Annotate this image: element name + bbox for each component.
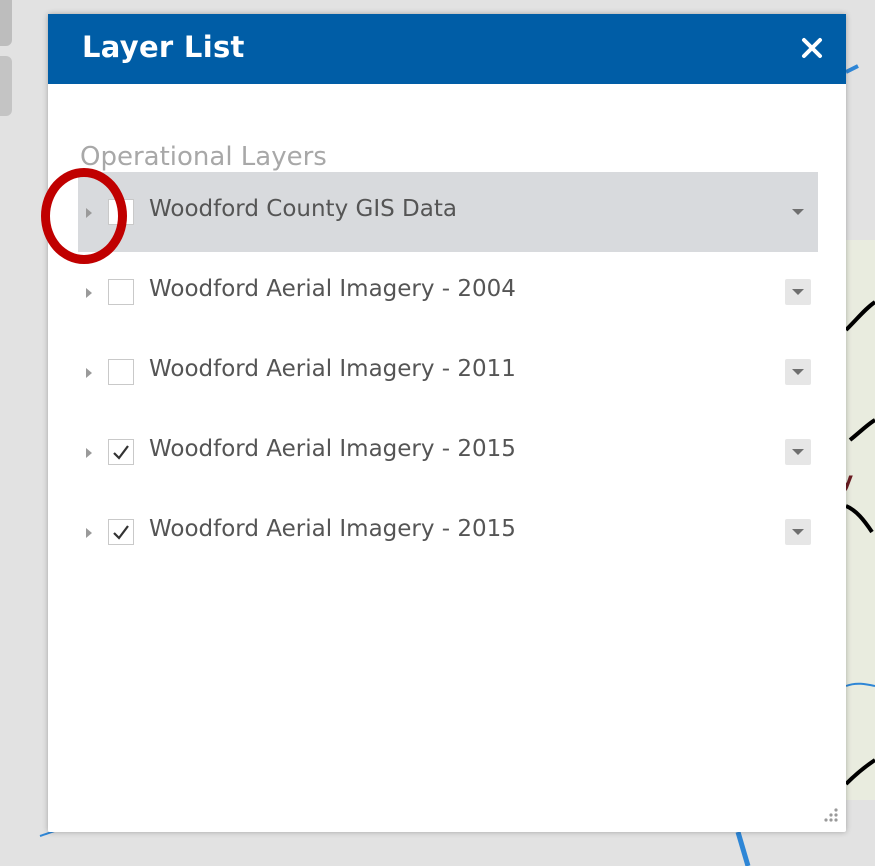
layer-row[interactable]: Woodford Aerial Imagery - 2015 bbox=[78, 412, 818, 492]
panel-title: Layer List bbox=[82, 30, 245, 64]
layer-menu-button[interactable] bbox=[785, 279, 811, 305]
section-title: Operational Layers bbox=[80, 142, 327, 172]
layer-label[interactable]: Woodford Aerial Imagery - 2015 bbox=[149, 516, 516, 542]
chevron-down-icon bbox=[792, 209, 804, 215]
expand-arrow-icon[interactable] bbox=[83, 285, 95, 299]
checkmark-icon bbox=[113, 525, 129, 540]
close-icon bbox=[802, 38, 822, 58]
close-button[interactable] bbox=[798, 34, 826, 62]
layer-menu-button[interactable] bbox=[785, 359, 811, 385]
checkmark-icon bbox=[113, 445, 129, 460]
layer-list-panel: Layer List Operational Layers Woodford C… bbox=[48, 14, 846, 832]
layer-menu-button[interactable] bbox=[785, 439, 811, 465]
chevron-down-icon bbox=[792, 289, 804, 295]
layer-row[interactable]: Woodford County GIS Data bbox=[78, 172, 818, 252]
panel-header[interactable]: Layer List bbox=[48, 14, 846, 84]
chevron-down-icon bbox=[792, 449, 804, 455]
layer-visibility-checkbox[interactable] bbox=[108, 359, 134, 385]
layer-row[interactable]: Woodford Aerial Imagery - 2015 bbox=[78, 492, 818, 572]
layer-visibility-checkbox[interactable] bbox=[108, 279, 134, 305]
layer-visibility-checkbox[interactable] bbox=[108, 439, 134, 465]
layer-label[interactable]: Woodford Aerial Imagery - 2015 bbox=[149, 436, 516, 462]
layer-label[interactable]: Woodford Aerial Imagery - 2011 bbox=[149, 356, 516, 382]
layer-menu-button[interactable] bbox=[785, 199, 811, 225]
expand-arrow-icon[interactable] bbox=[83, 365, 95, 379]
resize-handle-icon[interactable] bbox=[818, 804, 840, 826]
layer-row[interactable]: Woodford Aerial Imagery - 2011 bbox=[78, 332, 818, 412]
layer-label[interactable]: Woodford County GIS Data bbox=[149, 196, 457, 222]
map-zoom-control[interactable] bbox=[0, 0, 12, 46]
chevron-down-icon bbox=[792, 529, 804, 535]
expand-arrow-icon[interactable] bbox=[83, 525, 95, 539]
map-home-control[interactable] bbox=[0, 56, 12, 116]
layer-row[interactable]: Woodford Aerial Imagery - 2004 bbox=[78, 252, 818, 332]
expand-arrow-icon[interactable] bbox=[83, 445, 95, 459]
annotation-circle bbox=[41, 168, 127, 264]
layer-menu-button[interactable] bbox=[785, 519, 811, 545]
layer-label[interactable]: Woodford Aerial Imagery - 2004 bbox=[149, 276, 516, 302]
layer-visibility-checkbox[interactable] bbox=[108, 519, 134, 545]
chevron-down-icon bbox=[792, 369, 804, 375]
